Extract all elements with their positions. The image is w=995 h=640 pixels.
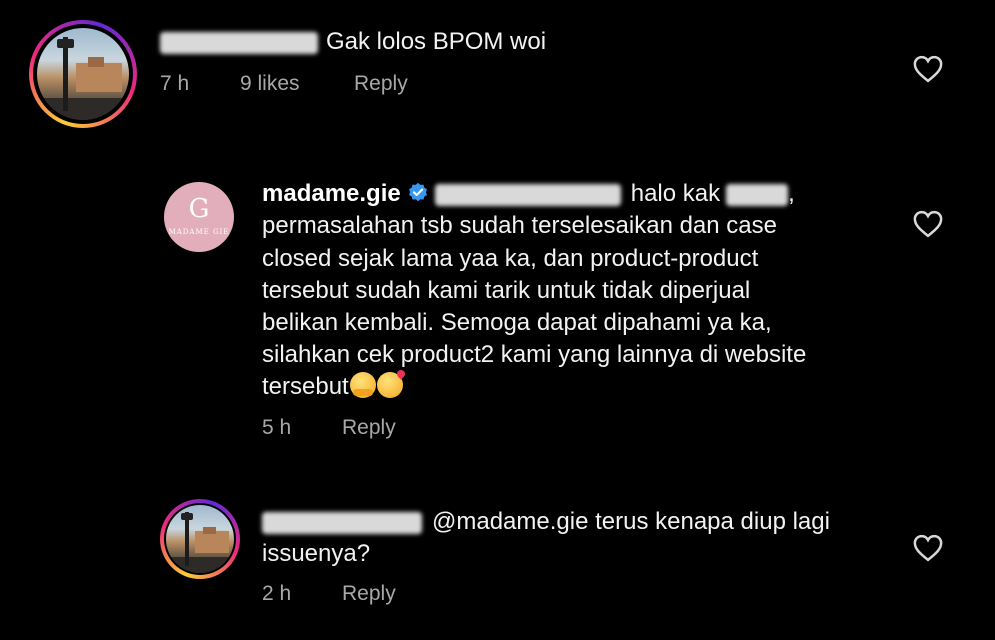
comment-line-6: silahkan cek product2 kami yang lainnya … [262, 341, 807, 368]
comment-time: 2 h [262, 582, 292, 605]
redacted-username [262, 511, 422, 534]
redacted-name [726, 183, 789, 206]
comment-line-1: halo kak [630, 180, 721, 207]
comment-2: G MADAME GIE madame.gie halo kak, permasa… [0, 160, 995, 460]
comment-time: 7 h [160, 72, 190, 95]
commenter-avatar[interactable] [29, 20, 137, 128]
commenter-avatar[interactable] [160, 499, 240, 579]
comment-line-5: belikan kembali. Semoga dapat dipahami y… [262, 309, 772, 336]
redacted-mention [434, 183, 621, 206]
comment-3: @madame.gie terus kenapa diup lagi issue… [0, 490, 995, 640]
heart-icon[interactable] [913, 534, 943, 562]
comment-line-3: closed sejak lama yaa ka, dan product-pr… [262, 245, 759, 272]
comment-text: Gak lolos BPOM woi [160, 26, 546, 58]
comment-line-2: issuenya? [262, 540, 371, 567]
comment-1: Gak lolos BPOM woi 7 h 9 likes Reply [0, 0, 995, 150]
comment-line-7: tersebut [262, 371, 403, 403]
comment-username[interactable]: madame.gie [262, 180, 401, 207]
comment-line-1: terus kenapa diup lagi [595, 508, 830, 535]
smiling-face-with-hearts-emoji-icon [376, 372, 403, 398]
brand-logo-initial: G [188, 194, 210, 224]
heart-icon[interactable] [913, 55, 943, 83]
redacted-username [160, 31, 318, 54]
verified-badge-icon [408, 182, 427, 202]
comment-line-4: tersebut sudah kami tarik untuk tidak di… [262, 277, 751, 304]
comment-line-2: permasalahan tsb sudah terselesaikan dan… [262, 212, 777, 239]
brand-logo-name: MADAME GIE [168, 228, 230, 236]
hugging-face-emoji-icon [349, 372, 376, 398]
comment-likes[interactable]: 9 likes [240, 72, 300, 96]
reply-button[interactable]: Reply [342, 416, 396, 440]
comment-body: Gak lolos BPOM woi [326, 28, 547, 55]
brand-avatar[interactable]: G MADAME GIE [164, 182, 234, 252]
reply-button[interactable]: Reply [342, 582, 396, 606]
comment-first-line: madame.gie halo kak, [262, 180, 795, 207]
reply-button[interactable]: Reply [354, 72, 408, 96]
comment-first-line: @madame.gie terus kenapa diup lagi [262, 506, 830, 538]
comment-time: 5 h [262, 416, 292, 439]
comment-mention[interactable]: @madame.gie [432, 508, 588, 535]
heart-icon[interactable] [913, 210, 943, 238]
